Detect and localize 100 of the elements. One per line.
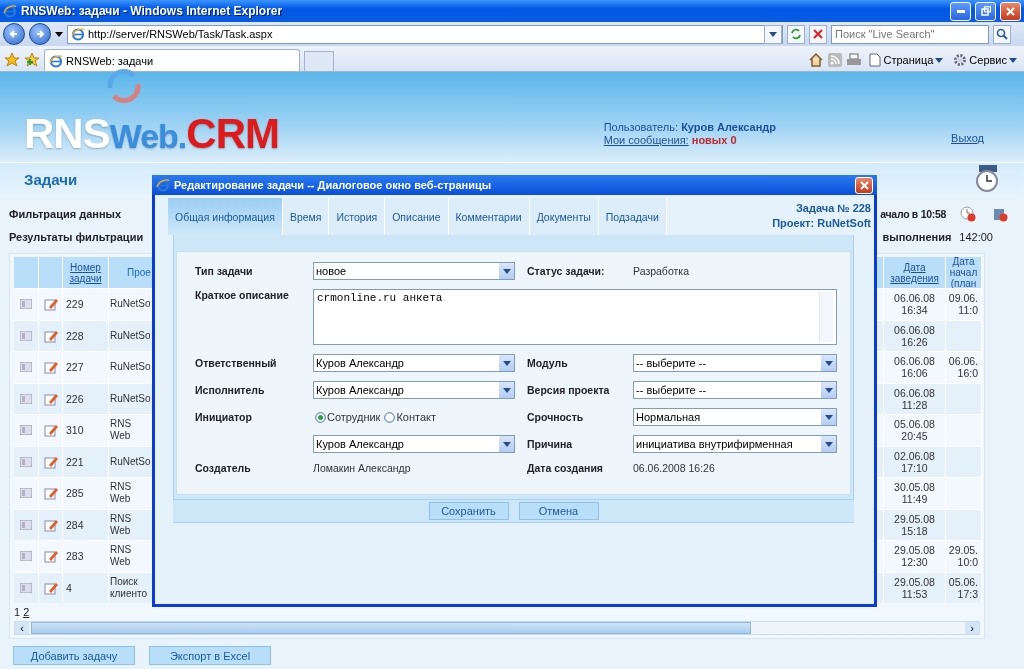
field-label: Инициатор xyxy=(195,411,253,423)
details-icon[interactable] xyxy=(20,582,32,593)
dropdown[interactable]: Нормальная xyxy=(633,408,837,426)
details-icon[interactable] xyxy=(20,488,32,499)
radio-circle-icon[interactable] xyxy=(315,411,326,423)
browser-tab[interactable]: RNSWeb: задачи xyxy=(44,49,300,71)
restore-button[interactable] xyxy=(975,1,996,21)
radio-circle-icon[interactable] xyxy=(384,411,396,423)
command-menu[interactable]: Страница xyxy=(866,49,947,71)
dialog-button[interactable]: Отмена xyxy=(518,502,599,520)
column-header-link[interactable]: Номер задачи xyxy=(63,261,108,284)
column-header-link[interactable]: Дата начал (план xyxy=(946,257,981,289)
edit-icon[interactable] xyxy=(43,580,58,595)
table-cell xyxy=(946,445,982,477)
home-icon[interactable] xyxy=(808,52,825,68)
details-icon[interactable] xyxy=(20,330,32,341)
address-field[interactable]: http://server/RNSWeb/Task/Task.aspx xyxy=(67,24,783,44)
clock-delete-icon[interactable] xyxy=(960,206,976,222)
details-icon[interactable] xyxy=(20,299,32,310)
tab[interactable]: Описание xyxy=(385,198,449,235)
caret-icon[interactable] xyxy=(1009,57,1017,63)
edit-icon[interactable] xyxy=(43,486,58,501)
dropdown[interactable]: Куров Александр xyxy=(313,354,515,372)
tab[interactable]: Общая информация xyxy=(168,198,283,235)
messages-link[interactable]: Мои сообщения: xyxy=(603,134,689,146)
search-field[interactable]: Поиск "Live Search" xyxy=(831,24,989,44)
details-icon[interactable] xyxy=(20,551,32,562)
tab[interactable]: История xyxy=(329,198,386,235)
close-button[interactable] xyxy=(855,176,873,194)
radio-option[interactable]: Сотрудник xyxy=(315,411,381,423)
caret-icon[interactable] xyxy=(935,57,944,63)
details-icon[interactable] xyxy=(20,393,32,404)
field-label: Ответственный xyxy=(195,357,278,369)
edit-icon[interactable] xyxy=(43,297,58,312)
search-icon xyxy=(996,28,1008,40)
details-icon[interactable] xyxy=(20,456,32,467)
scroll-right-button[interactable]: › xyxy=(965,622,979,634)
edit-icon[interactable] xyxy=(43,391,58,406)
timer-text: ачало в 10:58 xyxy=(880,208,946,220)
tab[interactable]: Комментарии xyxy=(448,198,530,235)
table-cell: 05.06. 17:3 xyxy=(946,571,982,603)
table-cell: 06.06.08 16:26 xyxy=(884,319,946,351)
back-button[interactable] xyxy=(3,23,25,45)
tab[interactable]: Подзадачи xyxy=(598,198,667,235)
table-cell: 221 xyxy=(63,445,109,477)
stop-button[interactable] xyxy=(809,24,827,44)
edit-icon[interactable] xyxy=(43,360,58,375)
dropdown[interactable]: новое xyxy=(313,262,515,280)
horizontal-scrollbar[interactable]: ‹ › xyxy=(14,621,980,635)
column-header-link[interactable]: Дата заведения xyxy=(886,261,943,284)
search-button[interactable] xyxy=(993,24,1011,44)
edit-icon[interactable] xyxy=(43,549,58,564)
gear-icon xyxy=(953,53,968,67)
close-icon xyxy=(1006,6,1015,16)
address-dropdown-icon[interactable] xyxy=(764,24,782,44)
tab[interactable]: Документы xyxy=(529,198,599,235)
clock-icon[interactable] xyxy=(974,165,1000,193)
feed-icon[interactable] xyxy=(828,53,843,67)
restore-icon xyxy=(980,6,991,16)
close-icon xyxy=(859,180,869,190)
details-icon[interactable] xyxy=(20,425,32,436)
scroll-left-button[interactable]: ‹ xyxy=(15,622,29,634)
command-menu[interactable]: Сервис xyxy=(950,49,1020,71)
details-icon[interactable] xyxy=(20,362,32,373)
table-cell: 4 xyxy=(63,571,109,603)
edit-icon[interactable] xyxy=(43,517,58,532)
edit-icon[interactable] xyxy=(43,328,58,343)
dialog-button[interactable]: Сохранить xyxy=(428,502,509,520)
minimize-button[interactable] xyxy=(950,1,971,21)
add-favorite-icon[interactable] xyxy=(24,52,40,68)
dropdown[interactable]: -- выберите -- xyxy=(633,381,837,399)
edit-icon[interactable] xyxy=(43,423,58,438)
field-value: 06.06.2008 16:26 xyxy=(633,462,716,474)
logout-link[interactable]: Выход xyxy=(951,132,984,144)
radio-option[interactable]: Контакт xyxy=(384,411,437,423)
page-link[interactable]: 1 xyxy=(14,606,21,618)
details-icon[interactable] xyxy=(20,519,32,530)
dropdown[interactable]: инициатива внутрифирменная xyxy=(633,435,837,453)
dropdown[interactable]: Куров Александр xyxy=(313,381,515,399)
favorites-star-icon[interactable] xyxy=(4,52,20,68)
history-caret-icon[interactable] xyxy=(55,31,63,37)
column-header[interactable]: Прое xyxy=(109,257,154,288)
forward-button[interactable] xyxy=(29,23,51,45)
dropdown[interactable]: -- выберите -- xyxy=(633,354,837,372)
trash-delete-icon[interactable] xyxy=(992,206,1008,222)
field-label: Версия проекта xyxy=(527,384,611,396)
refresh-button[interactable] xyxy=(787,24,805,44)
description-field[interactable]: crmonline.ru анкета xyxy=(313,289,837,345)
tab[interactable]: Время xyxy=(282,198,330,235)
close-button[interactable] xyxy=(1000,1,1021,21)
dropdown[interactable]: Куров Александр xyxy=(313,435,515,453)
action-button[interactable]: Добавить задачу xyxy=(13,646,135,665)
print-icon[interactable] xyxy=(846,53,863,67)
window-title: RNSWeb: задачи - Windows Internet Explorer xyxy=(21,4,284,18)
browser-logo-icon xyxy=(3,4,17,18)
table-cell: 228 xyxy=(63,319,109,351)
edit-icon[interactable] xyxy=(43,454,58,469)
back-arrow-icon xyxy=(9,29,19,39)
action-button[interactable]: Экспорт в Excel xyxy=(149,646,271,665)
page-link[interactable]: 2 xyxy=(23,606,30,618)
